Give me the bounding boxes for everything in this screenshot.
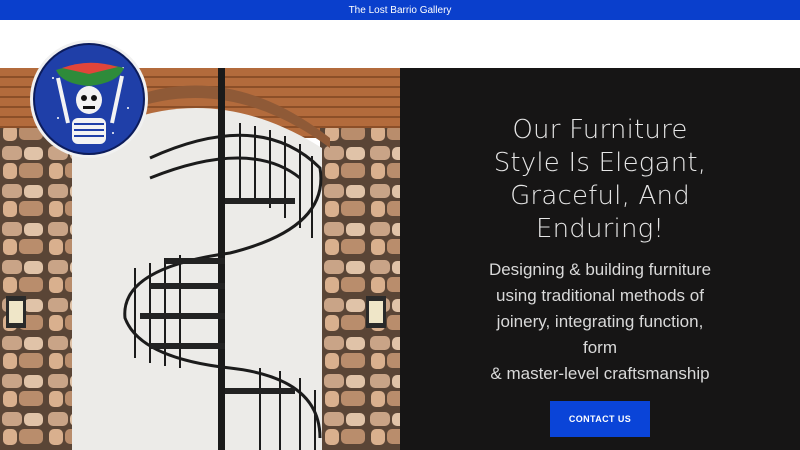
hero-title-line: Graceful, And [510,181,690,211]
hero-subtitle-line: form [583,338,617,357]
hero-title-line: Style Is Elegant, [493,148,707,178]
hero-text-panel: Our Furniture Style Is Elegant, Graceful… [400,68,800,450]
hero-title: Our Furniture Style Is Elegant, Graceful… [400,114,800,246]
skeleton-logo-icon [30,40,148,158]
hero-subtitle-line: using traditional methods of [496,286,704,305]
contact-us-button[interactable]: CONTACT US [550,401,650,437]
announcement-text: The Lost Barrio Gallery [348,4,452,16]
hero-subtitle: Designing & building furniture using tra… [400,257,800,387]
announcement-bar: The Lost Barrio Gallery [0,0,800,20]
hero-title-line: Enduring! [535,214,665,244]
gallery-logo[interactable] [28,38,150,160]
hero-subtitle-line: joinery, integrating function, [496,312,704,331]
hero-title-line: Our Furniture [512,115,688,145]
hero-subtitle-line: Designing & building furniture [488,260,712,279]
hero-subtitle-line: & master-level craftsmanship [490,364,710,383]
